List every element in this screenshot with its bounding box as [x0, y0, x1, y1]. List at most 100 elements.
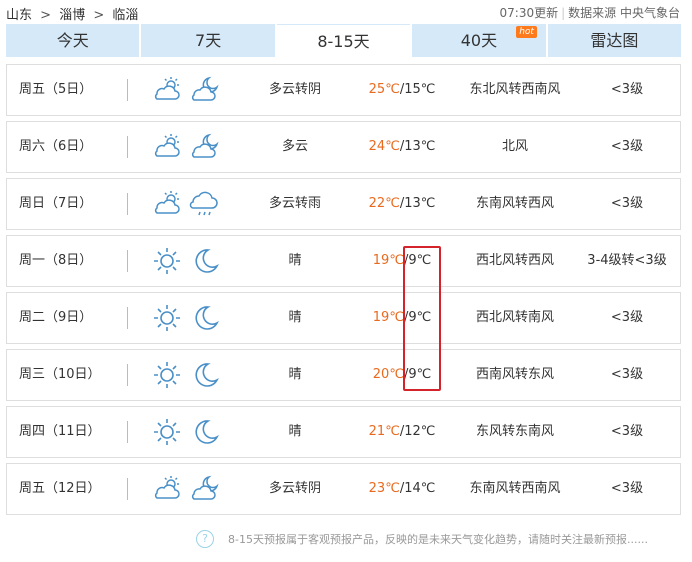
- source-label: 数据来源: [568, 6, 617, 20]
- day-label: 周三（10日）: [19, 367, 101, 382]
- high-temp: 21℃: [368, 424, 400, 439]
- day-label: 周一（8日）: [19, 253, 93, 268]
- high-temp: 20℃: [372, 367, 404, 382]
- condition: 晴: [288, 367, 302, 382]
- sun-icon: [151, 246, 183, 276]
- weather-icons: [151, 75, 221, 105]
- wind-level: <3级: [610, 367, 644, 382]
- weather-icons: [151, 132, 221, 162]
- footer-text: 8-15天预报属于客观预报产品，反映的是未来天气变化趋势，请随时关注最新预报..…: [228, 533, 648, 546]
- condition: 多云转阴: [268, 481, 321, 496]
- high-temp: 23℃: [368, 481, 400, 496]
- wind-direction: 东南风转西南风: [469, 481, 561, 496]
- wind-direction: 东南风转西风: [475, 196, 554, 211]
- question-icon[interactable]: ?: [196, 530, 214, 548]
- forecast-row: 周二（9日） 晴 19℃/9℃ 西北风转南风 <3级: [6, 292, 681, 344]
- wind-level: <3级: [610, 196, 644, 211]
- low-temp: /13℃: [399, 139, 436, 154]
- cloudy-night-icon: [189, 474, 221, 504]
- tab-8-15days[interactable]: 8-15天: [276, 24, 411, 58]
- weather-icons: [151, 246, 221, 276]
- weather-icons: [151, 189, 221, 219]
- day-label: 周五（12日）: [19, 481, 101, 496]
- low-temp: /13℃: [399, 196, 436, 211]
- partly-cloudy-icon: [151, 474, 183, 504]
- wind-direction: 西北风转西风: [475, 253, 554, 268]
- wind-level: <3级: [610, 310, 644, 325]
- cloudy-night-icon: [189, 132, 221, 162]
- rain-icon: [189, 189, 221, 219]
- high-temp: 22℃: [368, 196, 400, 211]
- wind-level: <3级: [610, 424, 644, 439]
- hot-badge: hot: [516, 26, 537, 38]
- low-temp: /14℃: [399, 481, 436, 496]
- day-label: 周日（7日）: [19, 196, 93, 211]
- low-temp: /12℃: [399, 424, 436, 439]
- day-label: 周六（6日）: [19, 139, 93, 154]
- temperature: 22℃/13℃: [357, 179, 447, 229]
- wind-level: <3级: [610, 82, 644, 97]
- divider: [127, 193, 128, 215]
- day-label: 周四（11日）: [19, 424, 101, 439]
- breadcrumb-district[interactable]: 临淄: [112, 8, 138, 23]
- update-time: 07:30更新: [499, 6, 559, 20]
- forecast-tabs: 今天 7天 8-15天 40天 hot 雷达图: [6, 24, 682, 58]
- breadcrumb-separator: >: [93, 8, 105, 23]
- weather-icons: [151, 303, 221, 333]
- condition: 晴: [288, 253, 302, 268]
- moon-icon: [189, 303, 221, 333]
- wind-direction: 西北风转南风: [475, 310, 554, 325]
- divider: [127, 307, 128, 329]
- high-temp: 24℃: [368, 139, 400, 154]
- partly-cloudy-icon: [151, 132, 183, 162]
- high-temp: 19℃: [372, 253, 404, 268]
- sun-icon: [151, 417, 183, 447]
- partly-cloudy-icon: [151, 75, 183, 105]
- forecast-row: 周六（6日） 多云 24℃/13℃ 北风 <3级: [6, 121, 681, 173]
- divider: [127, 478, 128, 500]
- forecast-list: 周五（5日） 多云转阴 25℃/15℃ 东北风转西南风 <3级 周六（6日） 多…: [6, 64, 681, 520]
- divider: [127, 250, 128, 272]
- wind-level: <3级: [610, 139, 644, 154]
- tab-7days[interactable]: 7天: [141, 24, 275, 57]
- moon-icon: [189, 417, 221, 447]
- breadcrumb: 山东 > 淄博 > 临淄: [6, 4, 142, 23]
- high-temp: 25℃: [368, 82, 400, 97]
- condition: 多云转阴: [268, 82, 321, 97]
- breadcrumb-separator: >: [40, 8, 52, 23]
- tab-radar[interactable]: 雷达图: [547, 24, 682, 57]
- tab-40days[interactable]: 40天 hot: [412, 24, 546, 57]
- breadcrumb-province[interactable]: 山东: [6, 8, 32, 23]
- weather-icons: [151, 360, 221, 390]
- wind-direction: 北风: [501, 139, 528, 154]
- update-info: 07:30更新 | 数据来源 中央气象台: [499, 6, 681, 20]
- footer-note: ? 8-15天预报属于客观预报产品，反映的是未来天气变化趋势，请随时关注最新预报…: [196, 530, 648, 548]
- top-bar: 山东 > 淄博 > 临淄 07:30更新 | 数据来源 中央气象台: [0, 0, 692, 24]
- moon-icon: [189, 360, 221, 390]
- tab-today[interactable]: 今天: [6, 24, 140, 57]
- partly-cloudy-icon: [151, 189, 183, 219]
- low-temp: /15℃: [399, 82, 436, 97]
- day-label: 周五（5日）: [19, 82, 93, 97]
- condition: 晴: [288, 310, 302, 325]
- forecast-row: 周四（11日） 晴 21℃/12℃ 东风转东南风 <3级: [6, 406, 681, 458]
- wind-direction: 东风转东南风: [475, 424, 554, 439]
- breadcrumb-city[interactable]: 淄博: [59, 8, 85, 23]
- divider: [127, 364, 128, 386]
- temperature: 25℃/15℃: [357, 65, 447, 115]
- cloudy-night-icon: [189, 75, 221, 105]
- day-label: 周二（9日）: [19, 310, 93, 325]
- divider: [127, 136, 128, 158]
- condition: 多云转雨: [268, 196, 321, 211]
- condition: 晴: [288, 424, 302, 439]
- sun-icon: [151, 360, 183, 390]
- temperature: 21℃/12℃: [357, 407, 447, 457]
- divider: [127, 421, 128, 443]
- forecast-row: 周一（8日） 晴 19℃/9℃ 西北风转西风 3-4级转<3级: [6, 235, 681, 287]
- weather-icons: [151, 474, 221, 504]
- source-name: 中央气象台: [619, 6, 680, 20]
- moon-icon: [189, 246, 221, 276]
- forecast-row: 周三（10日） 晴 20℃/9℃ 西南风转东风 <3级: [6, 349, 681, 401]
- temperature: 23℃/14℃: [357, 464, 447, 514]
- forecast-row: 周五（5日） 多云转阴 25℃/15℃ 东北风转西南风 <3级: [6, 64, 681, 116]
